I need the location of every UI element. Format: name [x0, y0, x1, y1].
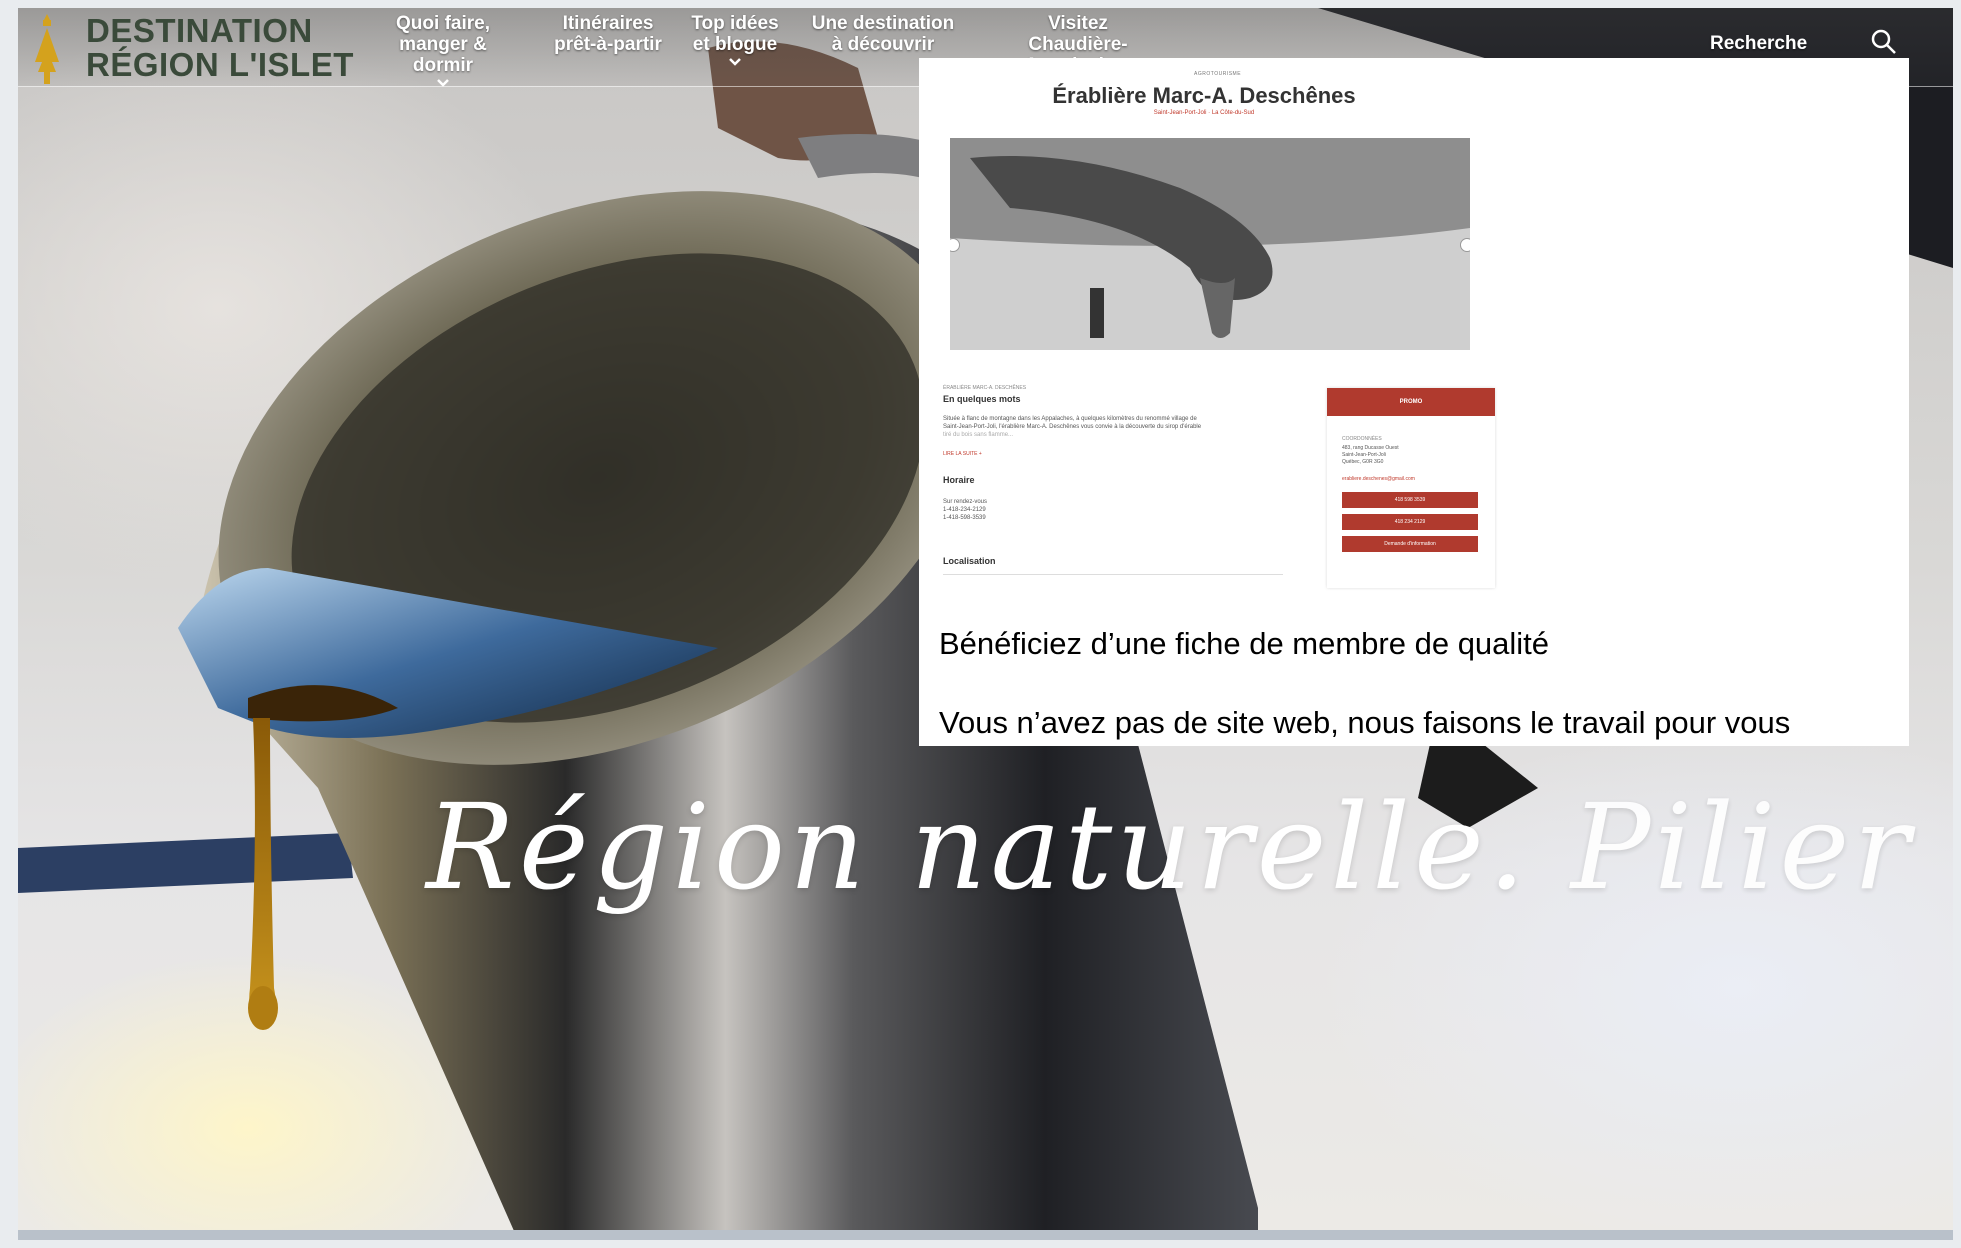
tagline-part-2: Pilier culturel.: [1570, 778, 1953, 916]
website-screenshot: Région naturelle. Pilier culturel. DESTI…: [18, 8, 1953, 1240]
section-divider: [943, 574, 1283, 575]
intro-eyebrow: ÉRABLIÈRE MARC-A. DESCHÊNES: [943, 385, 1027, 391]
nav-item-top-idees[interactable]: Top idées et blogue: [680, 13, 790, 67]
search-label[interactable]: Recherche: [1710, 33, 1807, 55]
maple-spout-image: [950, 138, 1470, 350]
hours-text: Sur rendez-vous 1-418-234-2129 1-418-598…: [943, 499, 988, 521]
logo-line-1: DESTINATION: [86, 12, 313, 49]
hero-tagline: Région naturelle. Pilier culturel.: [426, 778, 1953, 916]
page-bottom-border: [18, 1230, 1953, 1240]
nav-item-itineraires[interactable]: Itinéraires prêt-à-partir: [538, 13, 678, 55]
tagline-part-1: Région naturelle.: [426, 778, 1530, 916]
listing-location: Saint-Jean-Port-Joli · La Côte-du-Sud: [1153, 110, 1255, 116]
info-request-button[interactable]: Demande d'information: [1342, 536, 1478, 552]
location-title: Localisation: [943, 556, 996, 566]
address: 483, rang Ducasse Ouest Saint-Jean-Port-…: [1342, 445, 1399, 465]
phone-button-1[interactable]: 418 598 3539: [1342, 492, 1478, 508]
hours-title: Horaire: [943, 475, 975, 485]
contact-sidebar: PROMO COORDONNÉES 483, rang Ducasse Oues…: [1327, 388, 1495, 588]
listing-category: AGROTOURISME: [1194, 71, 1242, 77]
photo-next-arrow-icon[interactable]: [1460, 238, 1470, 252]
logo-line-2: RÉGION L'ISLET: [86, 46, 354, 83]
lighthouse-logo-icon[interactable]: [32, 10, 62, 86]
read-more-link[interactable]: LIRE LA SUITE +: [943, 451, 982, 457]
search-icon[interactable]: [1870, 28, 1898, 56]
nav-item-quoi-faire[interactable]: Quoi faire, manger & dormir: [368, 13, 518, 88]
caption-no-website: Vous n’avez pas de site web, nous faison…: [939, 705, 1791, 740]
member-listing-preview: AGROTOURISME Érablière Marc-A. Deschênes…: [919, 58, 1909, 746]
email-link[interactable]: erabliere.deschenes@gmail.com: [1342, 476, 1415, 482]
phone-button-2[interactable]: 418 234 2129: [1342, 514, 1478, 530]
coords-label: COORDONNÉES: [1342, 436, 1382, 442]
nav-item-une-destination[interactable]: Une destination à découvrir: [798, 13, 968, 55]
listing-title: Érablière Marc-A. Deschênes: [1052, 83, 1356, 108]
site-logo[interactable]: DESTINATION RÉGION L'ISLET: [86, 14, 354, 82]
promo-header[interactable]: PROMO: [1327, 388, 1495, 416]
intro-text: Située à flanc de montagne dans les Appa…: [943, 416, 1202, 438]
caption-quality-listing: Bénéficiez d’une fiche de membre de qual…: [939, 626, 1550, 661]
listing-photo: [950, 138, 1470, 350]
chevron-down-icon: [729, 58, 741, 66]
intro-title: En quelques mots: [943, 394, 1021, 404]
